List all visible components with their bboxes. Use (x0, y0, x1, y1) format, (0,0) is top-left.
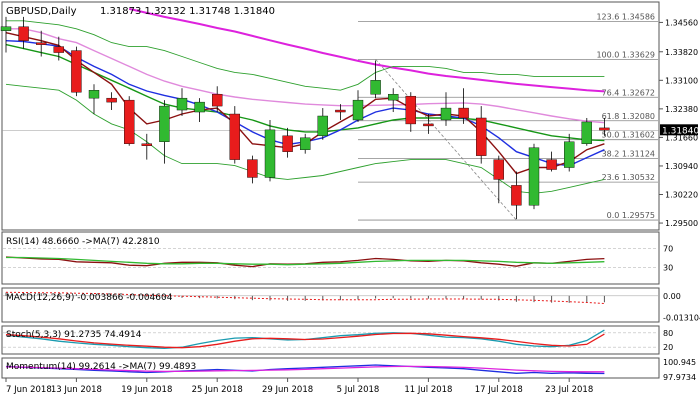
bullish-candle-body (264, 129, 276, 178)
date-axis-label: 29 Jun 2018 (262, 385, 313, 395)
bearish-candle-body (18, 26, 29, 41)
bearish-candle-body (53, 46, 64, 53)
bullish-candle-body (388, 93, 399, 101)
fib-level-label: 61.8 1.32080 (602, 112, 655, 121)
current-price-badge-label: 1.31840 (662, 126, 699, 136)
symbol-label: GBPUSD,Daily (6, 6, 77, 17)
price-axis-label: 1.30940 (665, 162, 698, 171)
macd-axis-label: -0.013104 (663, 314, 700, 323)
rsi-title: RSI(14) 48.6660 ->MA(7) 42.2810 (6, 237, 160, 247)
fib-level-label: 100.0 1.33629 (596, 50, 655, 59)
price-axis-label: 1.34560 (665, 18, 698, 27)
date-axis-label: 13 Jun 2018 (51, 385, 102, 395)
macd-title: MACD(12,26,9) -0.003866 -0.004604 (6, 293, 173, 303)
fib-level-label: 50.0 1.31602 (602, 131, 655, 140)
bearish-candle-body (282, 135, 293, 152)
price-axis-label: 1.29500 (665, 219, 698, 228)
date-axis-label: 25 Jun 2018 (192, 385, 243, 395)
fib-level-label: 0.0 1.29575 (607, 211, 655, 220)
bullish-candle-body (440, 107, 452, 121)
momentum-axis-label: 100.945 (663, 358, 696, 367)
bullish-candle-body (88, 90, 100, 99)
bearish-candle-body (405, 95, 416, 125)
bearish-candle-body (335, 109, 346, 113)
bearish-candle-body (229, 113, 241, 160)
bearish-candle-body (211, 93, 223, 107)
bullish-candle-body (352, 99, 364, 121)
bullish-candle-body (300, 137, 311, 150)
price-axis-label: 1.32380 (665, 105, 698, 114)
bearish-candle-body (247, 159, 258, 178)
rsi-axis-label: 70 (663, 244, 673, 253)
bearish-candle-body (546, 159, 557, 170)
bearish-candle-body (106, 97, 117, 103)
bullish-candle-body (564, 141, 575, 168)
price-axis-label: 1.30220 (665, 191, 698, 200)
bearish-candle-body (599, 127, 610, 131)
fib-level-label: 76.4 1.32672 (602, 88, 655, 97)
date-axis-label: 17 Jul 2018 (475, 385, 523, 395)
bearish-candle-body (71, 50, 82, 93)
ohlc-label: 1.31873 1.32132 1.31748 1.31840 (100, 6, 275, 17)
bearish-candle-body (511, 185, 522, 206)
bullish-candle-body (176, 97, 188, 111)
stoch-axis-label: 80 (663, 329, 673, 338)
bearish-candle-body (476, 117, 487, 156)
stoch-title: Stoch(5,3,3) 91.2735 74.4914 (6, 330, 142, 340)
date-axis-label: 11 Jul 2018 (404, 385, 452, 395)
bearish-candle-body (36, 42, 47, 45)
fib-level-label: 38.2 1.31124 (602, 150, 655, 159)
fib-level-label: 123.6 1.34586 (596, 12, 655, 21)
price-axis-label: 1.33820 (665, 48, 698, 57)
price-axis-label: 1.33100 (665, 76, 698, 85)
bullish-candle-body (159, 105, 170, 142)
bearish-candle-body (141, 143, 153, 146)
rsi-axis-label: 30 (663, 264, 673, 273)
bullish-candle-body (370, 80, 381, 95)
bearish-candle-body (123, 99, 135, 144)
date-axis-label: 19 Jun 2018 (121, 385, 172, 395)
bullish-candle-body (317, 115, 328, 137)
date-axis-label: 23 Jul 2018 (545, 385, 593, 395)
date-axis-label: 5 Jul 2018 (337, 385, 380, 395)
bullish-candle-body (528, 147, 540, 206)
chart-root: 123.6 1.34586 100.0 1.33629 76.4 1.32672 61… (0, 0, 700, 400)
stoch-axis-label: 20 (663, 343, 673, 352)
bearish-candle-body (423, 123, 434, 127)
bearish-candle-body (493, 159, 504, 180)
bearish-candle-body (458, 107, 469, 119)
date-axis-label: 7 Jun 2018 (6, 385, 52, 395)
momentum-title: Momentum(14) 99.2614 ->MA(7) 99.4893 (6, 362, 196, 372)
bullish-candle-body (0, 26, 12, 31)
momentum-axis-label: 97.9734 (663, 373, 696, 382)
bullish-candle-body (581, 121, 592, 144)
fib-level-label: 23.6 1.30532 (602, 173, 655, 182)
bullish-candle-body (194, 101, 205, 113)
macd-axis-label: 0.00 (663, 292, 681, 301)
